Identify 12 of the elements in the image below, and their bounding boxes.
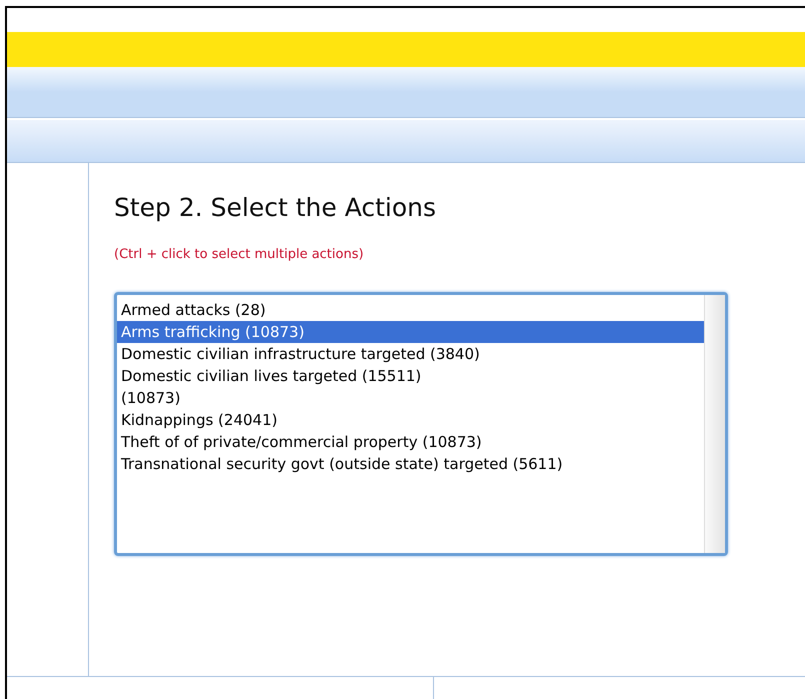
list-option[interactable]: Domestic civilian lives targeted (15511) xyxy=(117,365,704,387)
hint-text: (Ctrl + click to select multiple actions) xyxy=(114,247,365,262)
list-option[interactable]: Kidnappings (24041) xyxy=(117,409,704,431)
actions-listbox[interactable] xyxy=(114,292,728,556)
step-heading: Step 2. Select the Actions xyxy=(114,193,438,222)
list-option[interactable]: Arms trafficking (10873) xyxy=(117,321,704,343)
list-option[interactable]: Transnational security govt (outside state) targeted (5611) xyxy=(117,453,704,475)
list-option[interactable]: Armed attacks (28) xyxy=(117,299,704,321)
list-option[interactable]: (10873) xyxy=(117,387,704,409)
scrollbar[interactable] xyxy=(704,295,725,553)
list-option[interactable]: Theft of of private/commercial property (10873) xyxy=(117,431,704,453)
list-option[interactable]: Domestic civilian infrastructure targeted (3840) xyxy=(117,343,704,365)
